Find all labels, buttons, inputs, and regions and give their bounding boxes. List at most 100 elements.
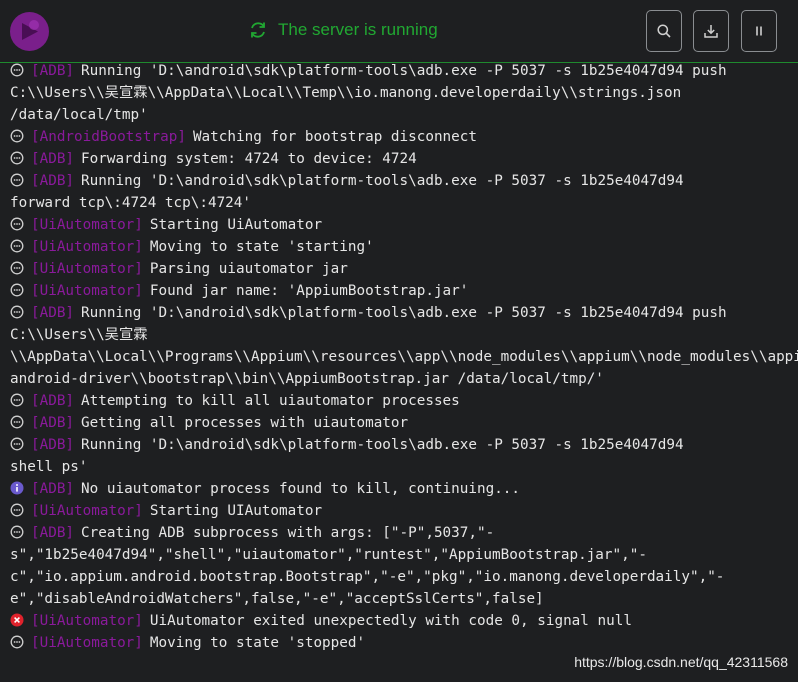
- log-tag: [UiAutomator]: [31, 635, 143, 651]
- message-icon: [10, 173, 24, 187]
- log-text: e","disableAndroidWatchers",false,"-e","…: [10, 591, 544, 607]
- message-icon: [10, 393, 24, 407]
- info-icon: [10, 481, 24, 495]
- log-entry: [ADB] Attempting to kill all uiautomator …: [10, 390, 798, 412]
- message-icon: [10, 503, 24, 517]
- log-tag: [UiAutomator]: [31, 503, 143, 519]
- log-tag: [ADB]: [31, 63, 75, 79]
- message-icon: [10, 151, 24, 165]
- log-text: Starting UiAutomator: [149, 217, 323, 233]
- log-text: android-driver\\bootstrap\\bin\\AppiumBo…: [10, 371, 604, 387]
- download-logs-button[interactable]: [693, 10, 729, 52]
- log-entry-continuation: C:\\Users\\吴宣霖\\AppData\\Local\\Temp\\io…: [10, 82, 798, 104]
- pause-button[interactable]: [741, 10, 777, 52]
- message-icon: [10, 129, 24, 143]
- message-icon: [10, 217, 24, 231]
- log-entry: [UiAutomator] Moving to state 'stopped': [10, 632, 798, 654]
- log-text: Running 'D:\android\sdk\platform-tools\a…: [81, 437, 684, 453]
- log-entry: [UiAutomator] Moving to state 'starting': [10, 236, 798, 258]
- header-bar: The server is running: [0, 0, 798, 63]
- log-entry: [ADB] Getting all processes with uiautoma…: [10, 412, 798, 434]
- log-text: Running 'D:\android\sdk\platform-tools\a…: [81, 173, 684, 189]
- log-text: Running 'D:\android\sdk\platform-tools\a…: [81, 63, 727, 79]
- log-text: forward tcp\:4724 tcp\:4724': [10, 195, 252, 211]
- log-text: Attempting to kill all uiautomator proce…: [81, 393, 460, 409]
- message-icon: [10, 261, 24, 275]
- message-icon: [10, 635, 24, 649]
- log-text: Watching for bootstrap disconnect: [192, 129, 477, 145]
- message-icon: [10, 239, 24, 253]
- log-tag: [ADB]: [31, 305, 75, 321]
- appium-logo-icon: [10, 12, 49, 51]
- log-entry-continuation: c","io.appium.android.bootstrap.Bootstra…: [10, 566, 798, 588]
- log-tag: [ADB]: [31, 173, 75, 189]
- download-icon: [704, 25, 718, 38]
- log-text: Starting UIAutomator: [149, 503, 323, 519]
- server-log[interactable]: [ADB] Running 'D:\android\sdk\platform-to…: [0, 60, 798, 660]
- log-entry-continuation: \\AppData\\Local\\Programs\\Appium\\reso…: [10, 346, 798, 368]
- log-entry: [UiAutomator] Starting UIAutomator: [10, 500, 798, 522]
- log-text: shell ps': [10, 459, 88, 475]
- status-text: The server is running: [278, 20, 438, 39]
- error-icon: [10, 613, 24, 627]
- log-tag: [ADB]: [31, 437, 75, 453]
- search-icon: [657, 24, 671, 38]
- log-entry: [ADB] Running 'D:\android\sdk\platform-to…: [10, 302, 798, 324]
- log-text: Moving to state 'starting': [149, 239, 374, 255]
- log-text: Running 'D:\android\sdk\platform-tools\a…: [81, 305, 727, 321]
- log-text: Getting all processes with uiautomator: [81, 415, 409, 431]
- refresh-icon: [251, 22, 265, 38]
- log-entry: [UiAutomator] Parsing uiautomator jar: [10, 258, 798, 280]
- log-text: Creating ADB subprocess with args: ["-P"…: [81, 525, 495, 541]
- log-tag: [ADB]: [31, 393, 75, 409]
- log-text: /data/local/tmp': [10, 107, 148, 123]
- log-text: Parsing uiautomator jar: [149, 261, 348, 277]
- log-text: No uiautomator process found to kill, co…: [81, 481, 521, 497]
- log-entry: [ADB] Running 'D:\android\sdk\platform-to…: [10, 170, 798, 192]
- watermark: https://blog.csdn.net/qq_42311568: [574, 654, 788, 670]
- log-text: Moving to state 'stopped': [149, 635, 366, 651]
- log-entry-continuation: C:\\Users\\吴宣霖: [10, 324, 798, 346]
- log-tag: [UiAutomator]: [31, 613, 143, 629]
- log-entry-continuation: forward tcp\:4724 tcp\:4724': [10, 192, 798, 214]
- log-entry: [UiAutomator] Starting UiAutomator: [10, 214, 798, 236]
- log-text: UiAutomator exited unexpectedly with cod…: [149, 613, 632, 629]
- log-text: C:\\Users\\吴宣霖: [10, 327, 148, 343]
- log-tag: [ADB]: [31, 415, 75, 431]
- message-icon: [10, 63, 24, 77]
- log-tag: [UiAutomator]: [31, 239, 143, 255]
- pause-icon: [756, 26, 762, 36]
- message-icon: [10, 525, 24, 539]
- search-button[interactable]: [646, 10, 682, 52]
- log-text: \\AppData\\Local\\Programs\\Appium\\reso…: [10, 349, 798, 365]
- log-tag: [UiAutomator]: [31, 261, 143, 277]
- log-entry-continuation: android-driver\\bootstrap\\bin\\AppiumBo…: [10, 368, 798, 390]
- log-text: Found jar name: 'AppiumBootstrap.jar': [149, 283, 469, 299]
- log-entry-continuation: /data/local/tmp': [10, 104, 798, 126]
- message-icon: [10, 415, 24, 429]
- log-entry: [ADB] Forwarding system: 4724 to device: …: [10, 148, 798, 170]
- log-tag: [UiAutomator]: [31, 283, 143, 299]
- log-entry-continuation: e","disableAndroidWatchers",false,"-e","…: [10, 588, 798, 610]
- log-text: C:\\Users\\吴宣霖\\AppData\\Local\\Temp\\io…: [10, 85, 682, 101]
- log-entry: [ADB] Running 'D:\android\sdk\platform-to…: [10, 60, 798, 82]
- log-text: s","1b25e4047d94","shell","uiautomator",…: [10, 547, 647, 563]
- log-entry-continuation: shell ps': [10, 456, 798, 478]
- message-icon: [10, 437, 24, 451]
- server-status: The server is running: [248, 18, 438, 42]
- log-entry: [ADB] Running 'D:\android\sdk\platform-to…: [10, 434, 798, 456]
- message-icon: [10, 283, 24, 297]
- log-entry: [ADB] Creating ADB subprocess with args: …: [10, 522, 798, 544]
- log-entry: [ADB] No uiautomator process found to kil…: [10, 478, 798, 500]
- log-tag: [AndroidBootstrap]: [31, 129, 186, 145]
- log-tag: [ADB]: [31, 525, 75, 541]
- log-text: Forwarding system: 4724 to device: 4724: [81, 151, 417, 167]
- message-icon: [10, 305, 24, 319]
- log-tag: [UiAutomator]: [31, 217, 143, 233]
- log-tag: [ADB]: [31, 481, 75, 497]
- log-entry: [AndroidBootstrap] Watching for bootstrap…: [10, 126, 798, 148]
- log-text: c","io.appium.android.bootstrap.Bootstra…: [10, 569, 725, 585]
- log-entry: [UiAutomator] Found jar name: 'AppiumBoot…: [10, 280, 798, 302]
- log-entry: [UiAutomator] UiAutomator exited unexpect…: [10, 610, 798, 632]
- log-tag: [ADB]: [31, 151, 75, 167]
